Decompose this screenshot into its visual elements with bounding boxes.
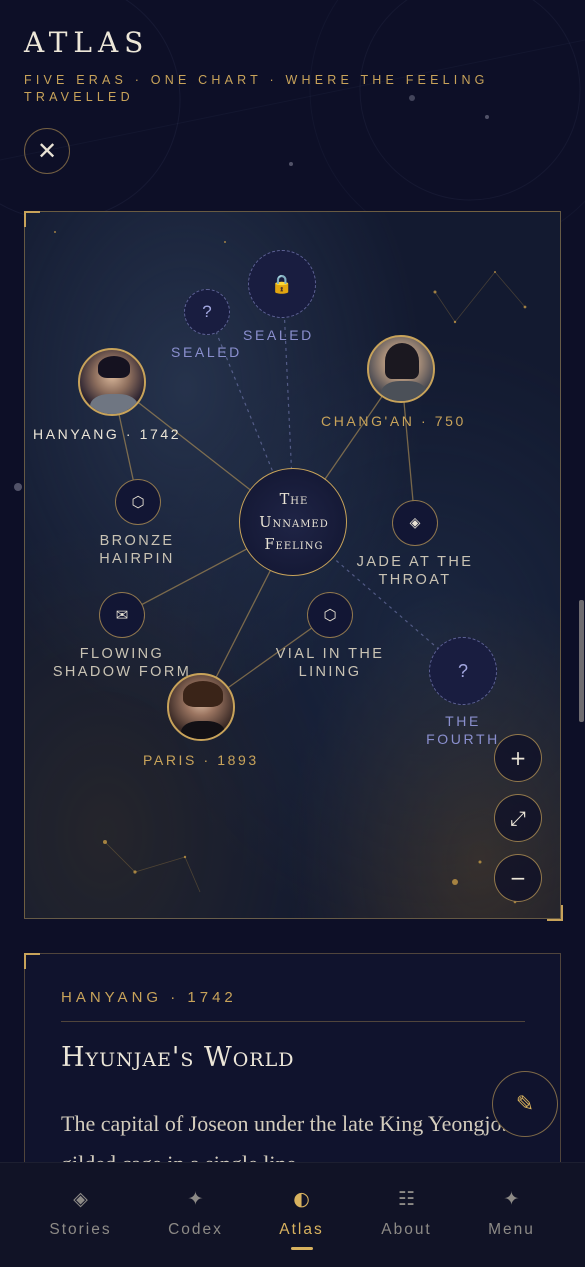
portrait-robe — [90, 394, 138, 414]
sparkle-icon: ✦ — [187, 1188, 204, 1210]
lock-icon: 🔒 — [270, 273, 294, 295]
plus-icon: + — [509, 746, 527, 770]
item-node-bronze-hairpin[interactable]: ⬡ — [115, 479, 161, 525]
era-node-sealed-question[interactable]: ? — [184, 289, 230, 335]
pencil-icon: ✎ — [515, 1091, 535, 1117]
tab-label: Codex — [168, 1221, 223, 1238]
center-line-1: The — [279, 492, 309, 508]
minus-icon: − — [509, 866, 527, 890]
fit-view-button[interactable]: ⤢ — [494, 794, 542, 842]
item-label-flowing-shadow: FLOWING SHADOW FORM — [47, 645, 197, 681]
hexagon-icon: ⬡ — [131, 493, 145, 511]
bottom-tab-bar: ◈ Stories ✦ Codex ◐ Atlas ☷ About ✦ Menu — [0, 1162, 585, 1267]
era-label-hanyang: HANYANG · 1742 — [33, 426, 182, 442]
sparkle-icon: ✦ — [503, 1188, 520, 1210]
close-icon: ✕ — [36, 137, 58, 165]
card-era-label: HANYANG · 1742 — [61, 989, 237, 1006]
era-label-fourth: THE FOURTH — [426, 713, 500, 747]
expand-icon: ⤢ — [510, 806, 526, 830]
tab-atlas[interactable]: ◐ Atlas — [243, 1163, 360, 1267]
page-title: ATLAS — [24, 26, 150, 59]
close-button[interactable]: ✕ — [24, 128, 70, 174]
tab-label: About — [381, 1221, 432, 1238]
half-moon-icon: ◐ — [293, 1188, 310, 1210]
era-node-paris[interactable] — [167, 673, 235, 741]
item-label-vial-lining: VIAL IN THE LINING — [265, 645, 395, 681]
tab-stories[interactable]: ◈ Stories — [22, 1163, 139, 1267]
diamond-icon: ◈ — [409, 515, 421, 531]
center-node-label: The Unnamed Feeling — [239, 489, 349, 557]
zoom-in-button[interactable]: + — [494, 734, 542, 782]
tab-about[interactable]: ☷ About — [348, 1163, 465, 1267]
list-icon: ☷ — [397, 1188, 416, 1210]
item-node-vial-lining[interactable]: ⬡ — [307, 592, 353, 638]
card-corner-ornament — [24, 953, 40, 969]
scrollbar[interactable] — [579, 600, 584, 722]
item-label-line: JADE AT THE — [356, 554, 474, 570]
item-label-line: THROAT — [378, 572, 452, 588]
envelope-icon: ✉ — [115, 606, 129, 624]
portrait-hair — [98, 356, 130, 378]
edit-button[interactable]: ✎ — [492, 1071, 558, 1137]
item-label-line: LINING — [298, 664, 362, 680]
era-node-sealed-lock[interactable]: 🔒 — [248, 250, 316, 318]
tab-label: Menu — [488, 1221, 535, 1238]
center-line-2: Unnamed — [259, 514, 329, 531]
tab-codex[interactable]: ✦ Codex — [137, 1163, 254, 1267]
item-label-line: HAIRPIN — [99, 551, 175, 567]
portrait-hair — [183, 681, 223, 707]
era-label-sealed-lock: SEALED — [243, 327, 314, 343]
zoom-out-button[interactable]: − — [494, 854, 542, 902]
item-label-bronze-hairpin: BRONZE HAIRPIN — [87, 532, 187, 568]
question-icon: ? — [202, 302, 212, 321]
item-label-line: BRONZE — [99, 533, 175, 549]
portrait-dress — [181, 721, 225, 739]
map-corner-ornament — [24, 211, 40, 227]
map-corner-ornament — [547, 905, 563, 921]
item-label-line: VIAL IN THE — [275, 646, 385, 662]
question-icon: ? — [457, 660, 468, 681]
atlas-map[interactable]: The Unnamed Feeling HANYANG · 1742 CHANG… — [24, 211, 561, 919]
era-node-fourth[interactable]: ? — [429, 637, 497, 705]
active-tab-indicator — [290, 1247, 313, 1250]
era-label-changan: CHANG'AN · 750 — [321, 413, 466, 429]
era-node-changan[interactable] — [367, 335, 435, 403]
item-label-line: FLOWING — [79, 646, 165, 662]
diamond-icon: ◈ — [73, 1188, 88, 1210]
tab-label: Atlas — [279, 1221, 324, 1238]
page-subtitle: FIVE ERAS · ONE CHART · WHERE THE FEELIN… — [24, 73, 489, 104]
card-title: Hyunjae's World — [61, 1042, 295, 1073]
era-label-sealed-question: SEALED — [171, 344, 242, 360]
item-node-jade-throat[interactable]: ◈ — [392, 500, 438, 546]
card-divider — [61, 1021, 525, 1022]
center-line-3: Feeling — [264, 537, 324, 553]
item-node-flowing-shadow[interactable]: ✉ — [99, 592, 145, 638]
item-label-jade-throat: JADE AT THE THROAT — [345, 553, 485, 589]
item-label-line: SHADOW FORM — [52, 664, 192, 680]
era-label-paris: PARIS · 1893 — [143, 752, 259, 768]
hexagon-icon: ⬡ — [323, 606, 337, 624]
tab-menu[interactable]: ✦ Menu — [453, 1163, 570, 1267]
tab-label: Stories — [49, 1221, 112, 1238]
portrait-robe — [381, 381, 427, 401]
era-node-hanyang[interactable] — [78, 348, 146, 416]
portrait-hair — [385, 343, 419, 379]
